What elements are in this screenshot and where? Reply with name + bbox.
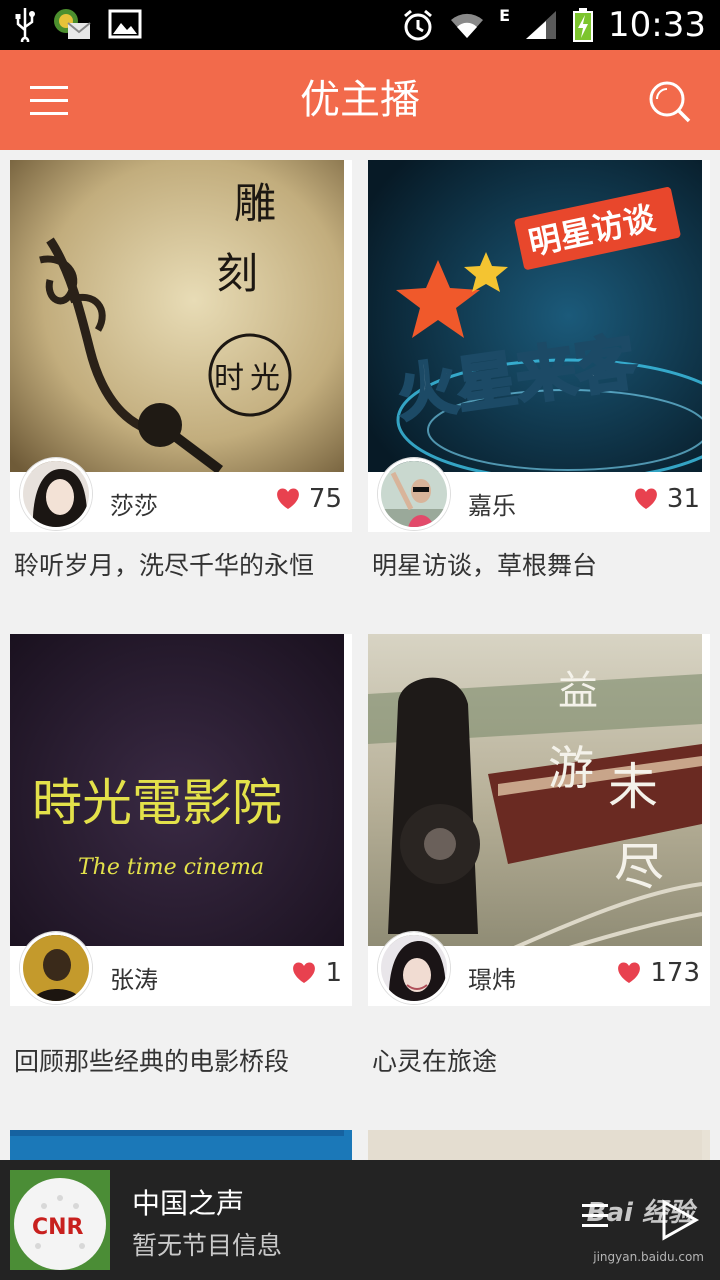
program-info: 暂无节目信息 [132, 1231, 283, 1260]
like-counter[interactable]: 75 [275, 484, 342, 514]
program-card[interactable] [10, 1130, 352, 1160]
program-description[interactable]: 聆听岁月，洗尽千华的永恒 [14, 546, 314, 582]
host-name[interactable]: 莎莎 [110, 486, 158, 521]
like-count: 75 [308, 484, 342, 514]
station-name[interactable]: 中国之声 [132, 1182, 244, 1222]
like-count: 173 [650, 958, 700, 988]
status-bar-system: E 10:33 [401, 0, 706, 50]
app-bar: 优主播 [0, 50, 720, 150]
program-card-footer: 莎莎 75 [10, 458, 352, 532]
mini-player[interactable]: CNR 中国之声 暂无节目信息 Bai 经验 jingyan.baidu.com [0, 1160, 720, 1280]
program-description[interactable]: 心灵在旅途 [372, 1042, 497, 1078]
heart-icon[interactable] [291, 961, 317, 985]
program-card[interactable]: 明星访谈 火星来客 嘉乐 31 [368, 160, 710, 532]
heart-icon[interactable] [275, 487, 301, 511]
cover-subtitle: The time cinema [78, 855, 264, 880]
program-card-footer: 璟炜 173 [368, 932, 710, 1006]
program-card-footer: 嘉乐 31 [368, 458, 710, 532]
cover-title: 時光電影院 [32, 774, 282, 832]
network-type-label: E [499, 5, 511, 25]
host-name[interactable]: 嘉乐 [468, 486, 516, 521]
app-root: E 10:33 优主播 雕 刻 时 光 莎莎 75 聆听岁月，洗尽千华的永恒 明… [0, 0, 720, 1280]
clock: 10:33 [608, 5, 706, 45]
like-count: 31 [666, 484, 700, 514]
program-description[interactable]: 回顾那些经典的电影桥段 [14, 1042, 289, 1078]
like-count: 1 [325, 958, 342, 988]
heart-icon[interactable] [633, 487, 659, 511]
battery-charging-icon [573, 8, 594, 42]
cover-char: 益 [558, 668, 598, 714]
status-bar: E 10:33 [0, 0, 720, 50]
program-cover-image[interactable] [10, 1130, 344, 1136]
program-cover-image[interactable]: 益 游 未 尽 [368, 634, 702, 946]
cover-char: 游 [548, 741, 594, 795]
mail-icon [54, 9, 91, 39]
program-cover-image[interactable]: 時光電影院 The time cinema [10, 634, 344, 946]
avatar[interactable] [378, 932, 450, 1004]
program-card-footer: 张涛 1 [10, 932, 352, 1006]
gallery-icon [108, 9, 142, 39]
cover-char: 雕 [234, 179, 276, 228]
cover-char: 尽 [614, 838, 664, 896]
like-counter[interactable]: 31 [633, 484, 700, 514]
watermark-logo: Bai 经验 [586, 1198, 694, 1228]
program-card[interactable] [368, 1130, 710, 1160]
program-description[interactable]: 明星访谈，草根舞台 [372, 546, 597, 582]
like-counter[interactable]: 173 [616, 958, 700, 988]
wifi-icon [451, 13, 484, 38]
program-cover-image[interactable]: 明星访谈 火星来客 [368, 160, 702, 472]
cover-char: 时 [214, 361, 244, 396]
avatar[interactable] [20, 458, 92, 530]
station-logo-label: CNR [32, 1215, 84, 1240]
avatar[interactable] [378, 458, 450, 530]
watermark-url: jingyan.baidu.com [593, 1250, 704, 1264]
alarm-icon [404, 9, 433, 41]
avatar[interactable] [20, 932, 92, 1004]
host-name[interactable]: 璟炜 [468, 960, 516, 995]
program-card[interactable]: 雕 刻 时 光 莎莎 75 [10, 160, 352, 532]
search-icon[interactable] [646, 78, 692, 124]
usb-icon [15, 8, 35, 42]
page-title: 优主播 [300, 77, 420, 123]
station-logo[interactable]: CNR [10, 1170, 110, 1270]
status-bar-notifications [14, 6, 142, 42]
cover-char: 刻 [216, 249, 258, 298]
host-name[interactable]: 张涛 [110, 960, 158, 995]
program-card[interactable]: 時光電影院 The time cinema 张涛 1 [10, 634, 352, 1006]
program-card[interactable]: 益 游 未 尽 璟炜 173 [368, 634, 710, 1006]
like-counter[interactable]: 1 [291, 958, 342, 988]
cover-char: 未 [608, 758, 658, 816]
heart-icon[interactable] [616, 961, 642, 985]
program-cover-image[interactable] [368, 1130, 702, 1160]
program-cover-image[interactable]: 雕 刻 时 光 [10, 160, 344, 472]
signal-icon [526, 11, 557, 39]
cover-char: 光 [250, 361, 280, 396]
